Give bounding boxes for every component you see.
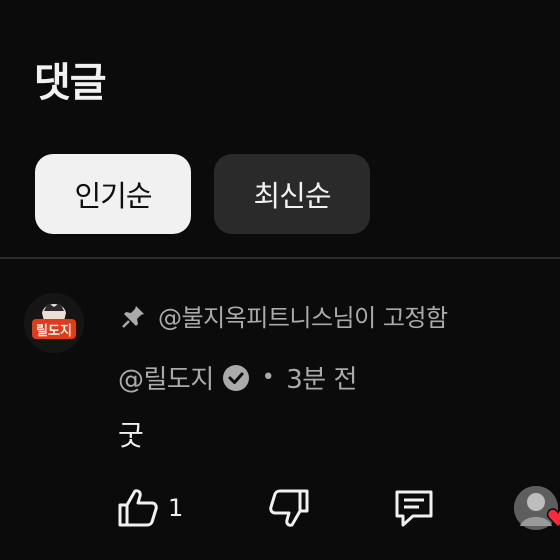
- like-button[interactable]: 1: [116, 487, 183, 529]
- verified-check-icon: [222, 364, 249, 391]
- sort-popular-chip[interactable]: 인기순: [35, 154, 191, 234]
- pinned-label: @불지옥피트니스님이 고정함: [122, 298, 448, 333]
- pinned-text: @불지옥피트니스님이 고정함: [158, 304, 448, 332]
- thumbs-down-icon: [269, 489, 309, 527]
- author-name[interactable]: @릴도지: [118, 359, 214, 396]
- comment-text: 굿: [118, 419, 144, 452]
- heart-icon: [546, 508, 560, 529]
- creator-heart-badge: [514, 486, 560, 530]
- comment-time: 3분 전: [286, 365, 357, 395]
- sort-newest-chip[interactable]: 최신순: [214, 154, 370, 234]
- pin-icon: [122, 305, 144, 328]
- dislike-button[interactable]: [267, 487, 311, 529]
- reply-icon: [395, 490, 433, 527]
- avatar-image: 릴도지: [24, 293, 84, 353]
- reply-button[interactable]: [391, 486, 437, 530]
- comment-meta: @릴도지 • 3분 전: [118, 359, 357, 396]
- page-title: 댓글: [34, 60, 107, 106]
- divider: [0, 257, 560, 259]
- avatar-label: 릴도지: [36, 324, 72, 339]
- meta-separator: •: [261, 365, 275, 390]
- like-count: 1: [168, 494, 184, 522]
- avatar[interactable]: 릴도지: [24, 293, 84, 353]
- comment-actions: 1: [116, 486, 437, 530]
- thumbs-up-icon: [118, 489, 158, 527]
- sort-chips: 인기순 최신순: [35, 154, 370, 234]
